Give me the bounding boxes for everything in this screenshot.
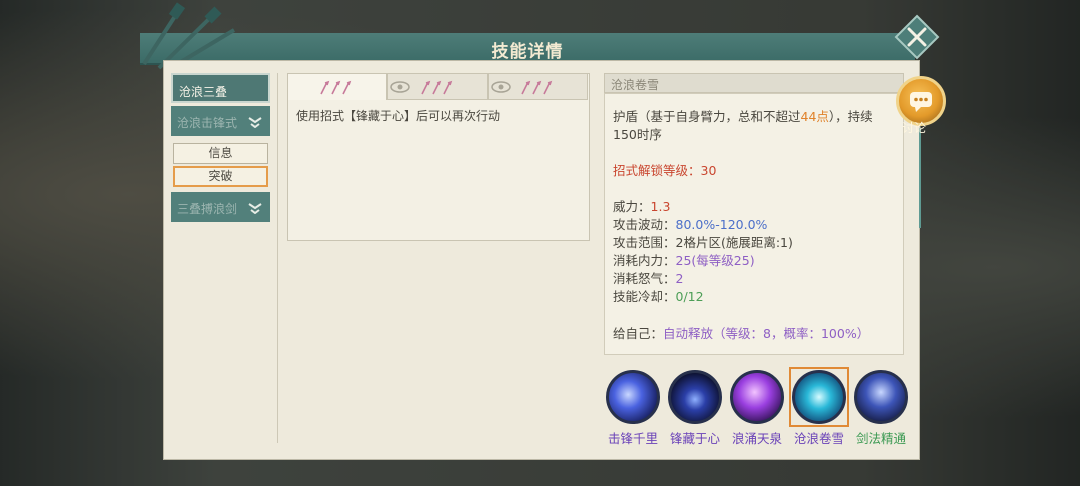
unlock-value: 30	[700, 163, 717, 178]
stat-label: 消耗怒气：	[613, 271, 676, 286]
skill-label-5: 剑法精通	[855, 431, 906, 446]
detail-header: 沧浪卷雪	[604, 73, 904, 93]
stat-row: 攻击范围：2格片区(施展距离:1)	[613, 232, 793, 251]
cyan-vortex-icon[interactable]	[792, 370, 846, 424]
column-divider	[277, 73, 278, 443]
move-arrows-icon	[320, 80, 352, 95]
skill-label-2: 锋藏于心	[669, 431, 720, 446]
close-button[interactable]	[894, 14, 940, 60]
shield-suffix: ），持续	[828, 109, 873, 124]
move-arrows-icon	[420, 80, 452, 95]
stat-value: 80.0%-120.0%	[675, 217, 768, 232]
stat-label: 技能冷却：	[613, 289, 676, 304]
stat-row: 消耗怒气：2	[613, 268, 683, 287]
stat-label: 攻击范围：	[613, 235, 676, 250]
move-tab-3[interactable]	[488, 73, 588, 100]
eye-icon	[491, 81, 511, 93]
skill-label-3: 浪涌天泉	[731, 431, 782, 446]
stat-value: 1.3	[650, 199, 671, 214]
shield-line-1: 护盾（基于自身臂力，总和不超过44点），持续	[613, 106, 873, 125]
dark-wave-icon[interactable]	[668, 370, 722, 424]
stat-row: 攻击波动：80.0%-120.0%	[613, 214, 767, 233]
stat-value: 25(每等级25)	[675, 253, 755, 268]
stat-row: 消耗内力：25(每等级25)	[613, 250, 755, 269]
self-value: 自动释放（等级：8，概率：100%）	[663, 326, 870, 341]
stat-value: 2	[675, 271, 684, 286]
tab-sandie-bolangjian[interactable]: 三叠搏浪剑	[171, 192, 270, 222]
move-tab-1[interactable]	[287, 73, 387, 100]
tab-canglang-sandie[interactable]: 沧浪三叠	[171, 73, 270, 103]
shield-prefix: 护盾（基于自身臂力，总和不超过	[613, 109, 801, 124]
stat-label: 攻击波动：	[613, 217, 676, 232]
skill-label-1: 击锋千里	[607, 431, 658, 446]
shield-value: 44点	[800, 109, 829, 124]
stat-label: 消耗内力：	[613, 253, 676, 268]
stat-value: 2格片区(施展距离:1)	[675, 235, 793, 250]
comment-label: 讨论	[902, 121, 927, 135]
move-description: 使用招式【锋藏于心】后可以再次行动	[296, 109, 501, 123]
window-title: 技能详情	[491, 42, 564, 62]
purple-arc-icon[interactable]	[730, 370, 784, 424]
stat-row: 技能冷却：0/12	[613, 286, 704, 305]
chat-bubble-icon	[910, 92, 932, 112]
expand-icon	[248, 203, 262, 214]
eye-icon	[390, 81, 410, 93]
comment-cord	[919, 128, 921, 228]
unlock-level: 招式解锁等级：30	[613, 160, 716, 179]
stat-label: 威力：	[613, 199, 651, 214]
skill-label-4: 沧浪卷雪	[793, 431, 844, 446]
stat-row: 威力：1.3	[613, 196, 670, 215]
sword-mastery-icon[interactable]	[854, 370, 908, 424]
tab-canglang-jifeng[interactable]: 沧浪击锋式	[171, 106, 270, 136]
shield-line-2: 150时序	[613, 127, 662, 142]
unlock-label: 招式解锁等级：	[613, 163, 701, 178]
move-tab-strip	[287, 73, 588, 100]
move-tab-2[interactable]	[387, 73, 488, 100]
skill-icon-row: 击锋千里 锋藏于心 浪涌天泉 沧浪卷雪 剑法精通	[604, 367, 914, 450]
expand-icon	[248, 117, 262, 128]
self-label: 给自己：	[613, 326, 664, 341]
tab-label: 沧浪击锋式	[177, 116, 238, 130]
breakthrough-button[interactable]: 突破	[173, 166, 268, 187]
detail-skill-name: 沧浪卷雪	[611, 78, 660, 92]
swirl-blade-icon[interactable]	[606, 370, 660, 424]
move-arrows-icon	[521, 80, 553, 95]
tab-label: 三叠搏浪剑	[177, 202, 238, 216]
tab-label: 沧浪三叠	[179, 85, 228, 99]
stat-value: 0/12	[675, 289, 704, 304]
info-button[interactable]: 信息	[173, 143, 268, 164]
self-trigger: 给自己：自动释放（等级：8，概率：100%）	[613, 323, 869, 342]
